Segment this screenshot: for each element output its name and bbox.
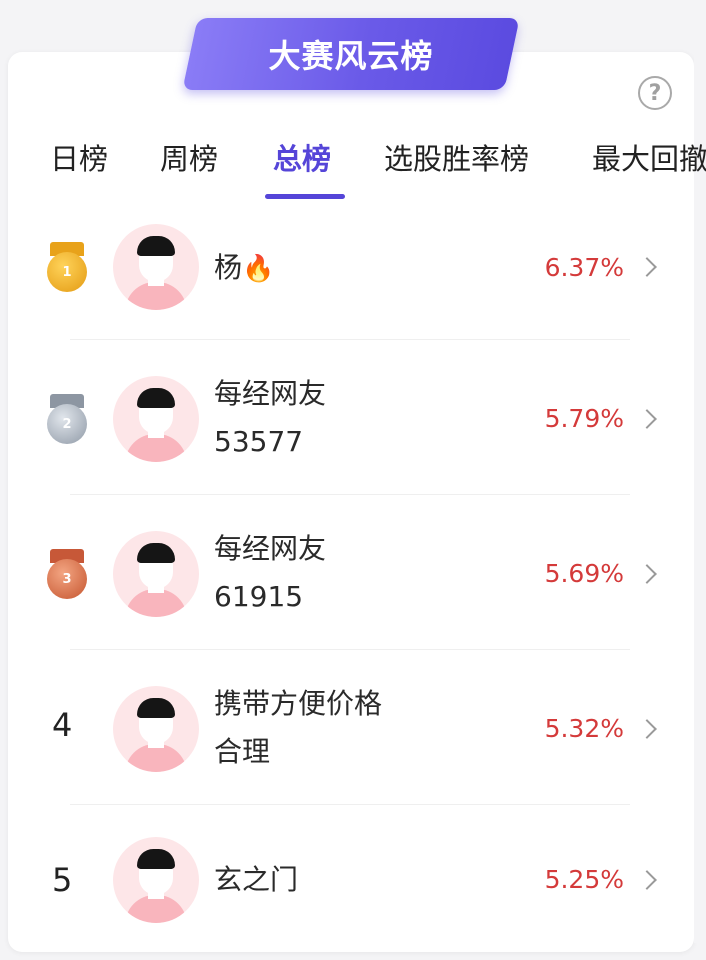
list-item[interactable]: 2 每经网友 53577 5.79%: [0, 340, 706, 495]
rank-number: 4: [52, 706, 73, 744]
user-name: 携带方便价格: [214, 687, 383, 720]
user-name-line2: 61915: [214, 580, 304, 613]
page-title: 大赛风云榜: [268, 37, 434, 75]
gold-medal-icon: 1: [46, 242, 88, 292]
chevron-right-icon[interactable]: [637, 564, 657, 584]
return-percent: 5.79%: [544, 404, 624, 433]
list-item[interactable]: 1 杨🔥 6.37%: [0, 190, 706, 345]
user-name-line2: 合理: [214, 735, 271, 768]
chevron-right-icon[interactable]: [637, 409, 657, 429]
user-name-line2: 53577: [214, 425, 304, 458]
user-name: 玄之门: [214, 863, 299, 896]
list-item[interactable]: 4 携带方便价格 合理 5.32%: [0, 650, 706, 805]
return-percent: 5.69%: [544, 559, 624, 588]
title-banner: 大赛风云榜: [182, 18, 520, 90]
avatar[interactable]: [113, 837, 199, 923]
avatar[interactable]: [113, 224, 199, 310]
user-name: 杨🔥: [214, 251, 275, 284]
fire-icon: 🔥: [242, 254, 275, 284]
rank-number: 5: [52, 861, 73, 899]
list-item[interactable]: 3 每经网友 61915 5.69%: [0, 495, 706, 650]
help-icon[interactable]: ?: [638, 76, 672, 110]
chevron-right-icon[interactable]: [637, 870, 657, 890]
bronze-medal-icon: 3: [46, 549, 88, 599]
tab-weekly[interactable]: 周榜: [160, 136, 218, 178]
user-name: 每经网友: [214, 377, 327, 410]
avatar[interactable]: [113, 531, 199, 617]
return-percent: 5.32%: [544, 714, 624, 743]
silver-medal-icon: 2: [46, 394, 88, 444]
tab-daily[interactable]: 日榜: [50, 136, 108, 178]
list-item[interactable]: 5 玄之门 5.25%: [0, 805, 706, 960]
chevron-right-icon[interactable]: [637, 719, 657, 739]
user-name: 每经网友: [214, 532, 327, 565]
return-percent: 5.25%: [544, 865, 624, 894]
tab-win-rate[interactable]: 选股胜率榜: [384, 136, 529, 178]
avatar[interactable]: [113, 376, 199, 462]
chevron-right-icon[interactable]: [637, 257, 657, 277]
avatar[interactable]: [113, 686, 199, 772]
return-percent: 6.37%: [544, 253, 624, 282]
tab-max-drawdown[interactable]: 最大回撤: [592, 136, 706, 178]
tab-overall[interactable]: 总榜: [273, 136, 331, 178]
